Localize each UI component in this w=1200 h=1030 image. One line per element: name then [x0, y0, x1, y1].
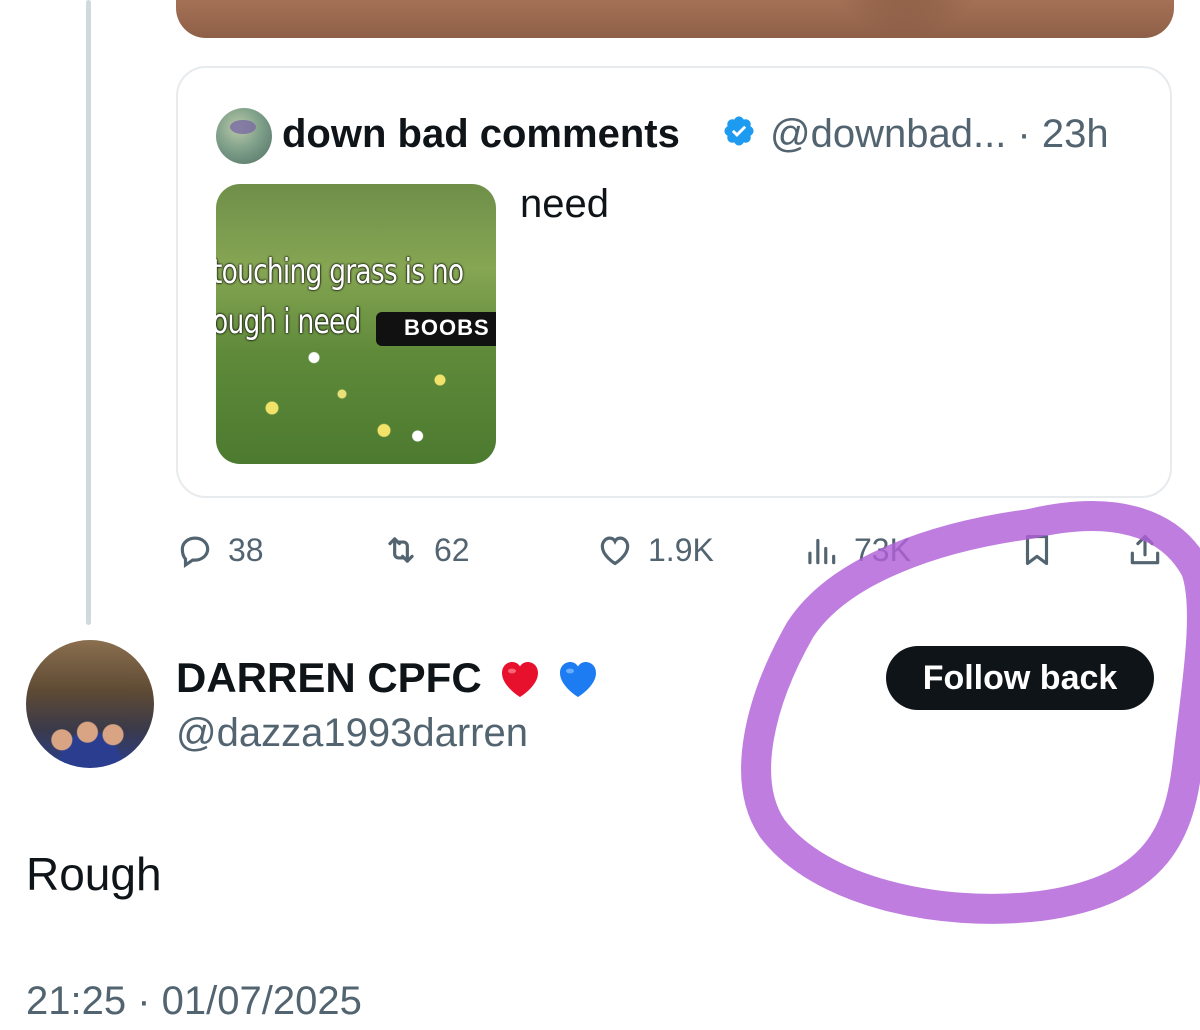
views-button[interactable]: 73K [802, 528, 911, 572]
quoted-author-name[interactable]: down bad comments [282, 108, 680, 160]
media-shadow [816, 0, 996, 38]
quoted-tweet-card[interactable]: down bad comments @downbad... · 23h touc… [176, 66, 1172, 498]
image-caption-line-1: touching grass is no [216, 252, 464, 292]
blue-heart-icon [559, 662, 596, 697]
reply-author-handle[interactable]: @dazza1993darren [176, 708, 528, 758]
quoted-author-avatar[interactable] [216, 108, 272, 164]
heart-outline-icon [600, 536, 630, 566]
image-caption-line-2: ough i need [216, 302, 361, 342]
reply-icon [180, 536, 210, 569]
analytics-icon [808, 538, 836, 565]
action-bar: 38 62 1.9K 73K [0, 520, 1200, 580]
like-button[interactable]: 1.9K [596, 528, 714, 572]
like-count: 1.9K [648, 531, 714, 568]
image-redaction-text: BOOBS [404, 315, 490, 340]
reply-timestamp[interactable]: 21:25 · 01/07/2025 [26, 976, 362, 1026]
reply-count: 38 [228, 531, 264, 568]
bookmark-icon [1025, 534, 1049, 566]
share-button[interactable] [1126, 528, 1164, 572]
quoted-tweet-text: need [520, 182, 609, 226]
reply-author-avatar[interactable] [26, 640, 154, 768]
views-count: 73K [854, 531, 911, 568]
reply-author-name[interactable]: DARREN CPFC [176, 654, 482, 702]
verified-badge-icon [724, 116, 754, 146]
quoted-handle-time[interactable]: @downbad... · 23h [770, 108, 1109, 160]
tweet-detail-page: down bad comments @downbad... · 23h touc… [0, 0, 1200, 1030]
share-icon [1130, 534, 1160, 565]
previous-tweet-media[interactable] [176, 0, 1174, 38]
quoted-image[interactable]: touching grass is no ough i need BOOBS [216, 184, 496, 464]
reply-tweet-text: Rough [26, 848, 162, 900]
reply-button[interactable]: 38 [176, 528, 264, 572]
follow-back-button[interactable]: Follow back [886, 646, 1154, 710]
red-heart-icon [501, 662, 538, 697]
repost-icon [388, 537, 414, 563]
reply-author-row: DARREN CPFC [176, 650, 602, 706]
bookmark-button[interactable] [1018, 528, 1056, 572]
avatar-detail [230, 120, 256, 134]
repost-button[interactable]: 62 [382, 528, 470, 572]
repost-count: 62 [434, 531, 470, 568]
